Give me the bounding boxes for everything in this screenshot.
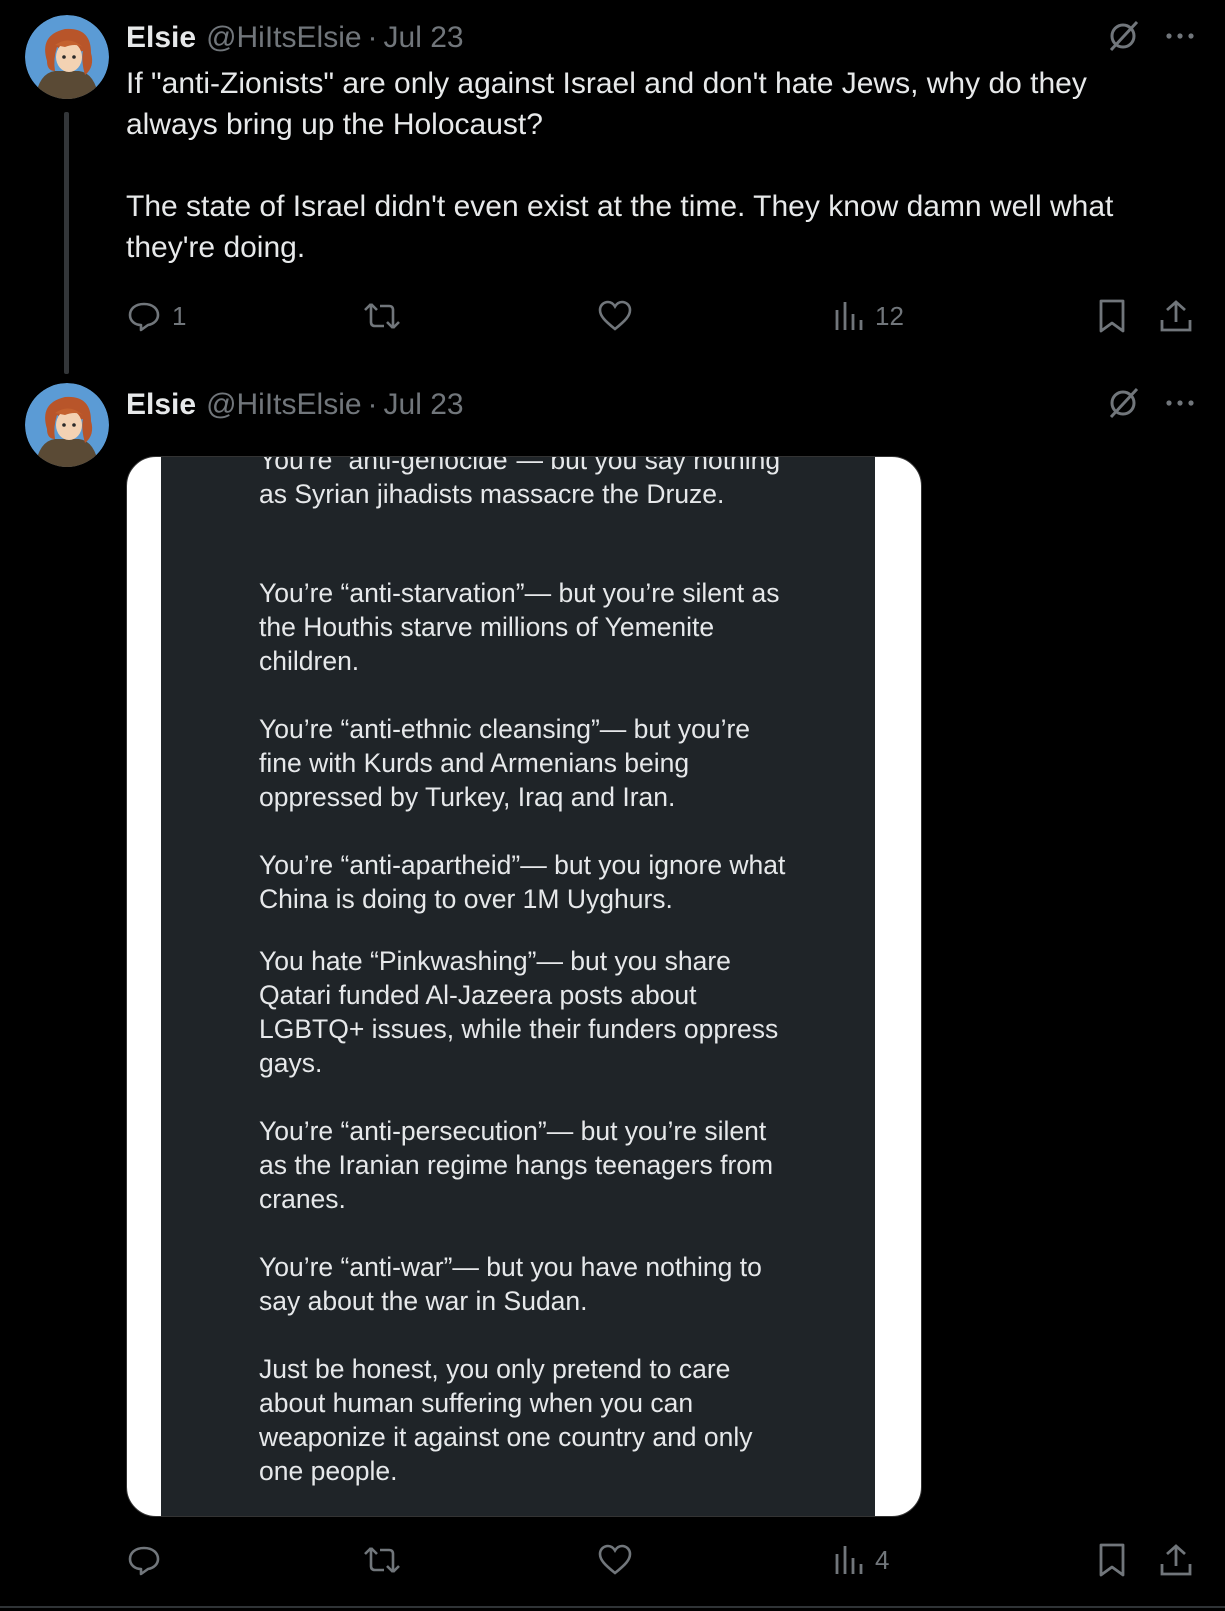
reply-icon: [128, 302, 160, 332]
separator-dot: ·: [367, 21, 378, 54]
retweet-icon: [364, 1547, 400, 1573]
reply-button[interactable]: 1: [126, 296, 186, 336]
bookmark-button[interactable]: [1096, 1540, 1128, 1580]
retweet-button[interactable]: [362, 296, 412, 336]
tweet-actions: 1 12: [126, 296, 1196, 336]
image-paragraph: You're “anti-genocide”— but you say noth…: [259, 456, 781, 509]
divider: [0, 1606, 1225, 1608]
tweet-date[interactable]: Jul 23: [384, 388, 464, 422]
share-button[interactable]: [1158, 296, 1194, 336]
image-paragraph: You’re “anti-apartheid”— but you ignore …: [259, 850, 786, 914]
grok-icon[interactable]: [1105, 18, 1141, 59]
author-name[interactable]: Elsie: [126, 21, 196, 55]
like-icon: [598, 1544, 632, 1575]
bookmark-button[interactable]: [1096, 296, 1128, 336]
image-paragraph: You’re “anti-persecution”— but you’re si…: [259, 1116, 774, 1214]
tweet-date[interactable]: Jul 23: [384, 21, 464, 55]
reply-count: 1: [172, 300, 187, 331]
retweet-icon: [364, 303, 400, 329]
tweet-header: Elsie @HiItsElsie · Jul 23: [126, 18, 464, 58]
bookmark-icon: [1099, 1543, 1125, 1577]
screenshot-image: You're “anti-genocide”— but you say noth…: [161, 457, 875, 1516]
tweet-paragraph: If "anti-Zionists" are only against Isra…: [126, 67, 1087, 141]
more-icon[interactable]: [1163, 386, 1197, 425]
tweet-image[interactable]: You're “anti-genocide”— but you say noth…: [126, 456, 922, 1517]
like-button[interactable]: [597, 296, 643, 336]
avatar[interactable]: [25, 383, 109, 467]
like-button[interactable]: [597, 1540, 643, 1580]
tweet-header: Elsie @HiItsElsie · Jul 23: [126, 385, 464, 425]
more-icon[interactable]: [1163, 19, 1197, 58]
share-button[interactable]: [1158, 1540, 1194, 1580]
views-count: 12: [875, 300, 904, 331]
views-icon: [835, 302, 863, 330]
retweet-button[interactable]: [362, 1540, 412, 1580]
share-icon: [1160, 1544, 1192, 1576]
bookmark-icon: [1099, 299, 1125, 333]
image-paragraph: You hate “Pinkwashing”— but you share Qa…: [259, 946, 779, 1078]
header-icons: [1105, 18, 1197, 59]
share-icon: [1160, 300, 1192, 332]
image-paragraph: You’re “anti-starvation”— but you’re sil…: [259, 578, 780, 676]
views-icon: [835, 1546, 863, 1574]
author-handle[interactable]: @HiItsElsie: [206, 21, 361, 55]
like-icon: [598, 300, 632, 331]
views-button[interactable]: 12: [833, 296, 904, 336]
tweet-paragraph: The state of Israel didn't even exist at…: [126, 190, 1114, 264]
image-paragraph: Just be honest, you only pretend to care…: [259, 1354, 753, 1486]
image-paragraph: You’re “anti-ethnic cleansing”— but you’…: [259, 714, 751, 812]
views-count: 4: [875, 1544, 890, 1575]
separator-dot: ·: [367, 388, 378, 421]
tweet-text: If "anti-Zionists" are only against Isra…: [126, 63, 1186, 268]
avatar[interactable]: [25, 15, 109, 99]
thread-line: [64, 112, 69, 374]
reply-icon: [128, 1546, 160, 1576]
grok-icon[interactable]: [1105, 385, 1141, 426]
header-icons: [1105, 385, 1197, 426]
author-name[interactable]: Elsie: [126, 388, 196, 422]
reply-button[interactable]: [126, 1540, 172, 1580]
image-paragraph: You’re “anti-war”— but you have nothing …: [259, 1252, 762, 1316]
author-handle[interactable]: @HiItsElsie: [206, 388, 361, 422]
tweet-actions: 4: [126, 1540, 1196, 1580]
views-button[interactable]: 4: [833, 1540, 889, 1580]
